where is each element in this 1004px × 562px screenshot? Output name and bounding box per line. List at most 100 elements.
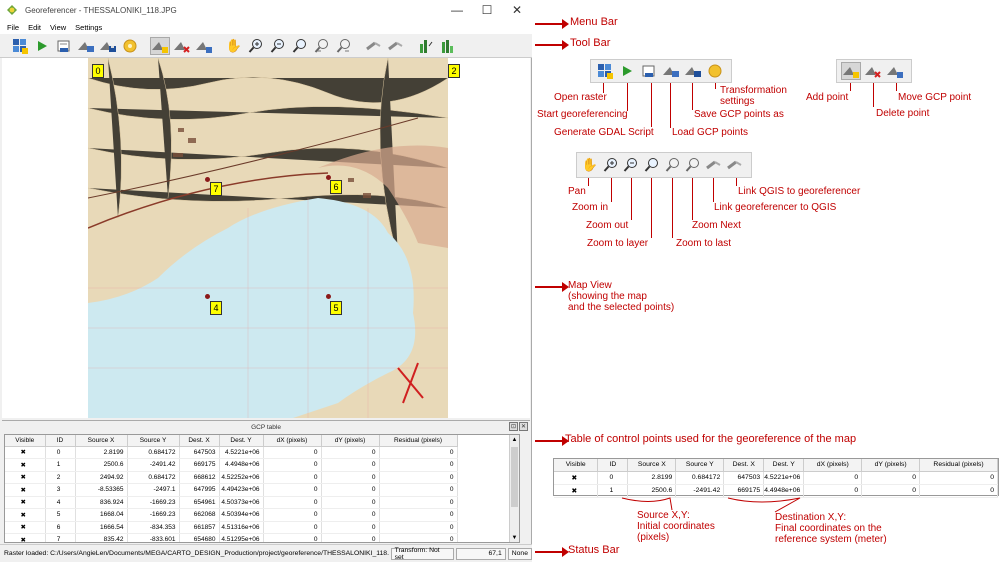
local-histogram-button[interactable] — [438, 37, 458, 55]
link-qgis-icon — [366, 41, 381, 50]
pan-button[interactable]: ✋ — [581, 156, 599, 174]
link-qgis-to-georeferencer-button[interactable] — [726, 156, 744, 174]
pan-button[interactable]: ✋ — [224, 37, 244, 55]
open-raster-button[interactable] — [595, 62, 614, 80]
gcp-marker-4[interactable] — [205, 294, 210, 299]
load-gcp-points-button[interactable] — [76, 37, 96, 55]
col-dest-x[interactable]: Dest. X — [179, 435, 220, 447]
table-cell: -2491.42 — [127, 458, 180, 472]
zoom-to-layer-button[interactable] — [290, 37, 310, 55]
close-button[interactable]: ✕ — [502, 0, 532, 20]
col-residual[interactable]: Residual (pixels) — [919, 459, 998, 472]
menu-file[interactable]: File — [7, 23, 19, 32]
add-point-button[interactable] — [150, 36, 170, 55]
visible-toggle[interactable]: ✖ — [5, 521, 46, 534]
col-source-y[interactable]: Source Y — [127, 435, 180, 447]
table-row[interactable]: ✖ 5 1668.04 -1669.23 662068 4.50394e+06 0 0 0 — [5, 508, 458, 522]
start-georeferencing-button[interactable] — [617, 62, 636, 80]
gcp-marker-5[interactable] — [326, 294, 331, 299]
table-row[interactable]: ✖ 1 2500.6 -2491.42 669175 4.4948e+06 0 0 0 — [5, 458, 458, 472]
link-qgis-to-georeferencer-button[interactable] — [364, 37, 384, 55]
transformation-settings-button[interactable] — [705, 62, 724, 80]
save-gcp-points-button[interactable] — [683, 62, 702, 80]
table-row[interactable]: ✖ 1 2500.6 -2491.42 669175 4.4948e+06 0 0 0 — [554, 484, 998, 498]
col-dy[interactable]: dY (pixels) — [861, 459, 921, 472]
zoom-in-button[interactable] — [602, 156, 620, 174]
visible-toggle[interactable]: ✖ — [5, 483, 46, 497]
col-id[interactable]: ID — [597, 459, 629, 472]
menu-edit[interactable]: Edit — [28, 23, 41, 32]
move-gcp-point-button[interactable] — [886, 62, 905, 80]
col-dest-x[interactable]: Dest. X — [723, 459, 765, 472]
col-dx[interactable]: dX (pixels) — [263, 435, 322, 447]
minimize-button[interactable]: — — [442, 0, 472, 20]
histogram-stretch-button[interactable] — [416, 37, 436, 55]
menu-settings[interactable]: Settings — [75, 23, 102, 32]
table-cell: 4.4948e+06 — [763, 484, 805, 498]
load-gcp-points-button[interactable] — [661, 62, 680, 80]
leader-line — [670, 83, 671, 128]
zoom-next-button[interactable] — [334, 37, 354, 55]
menu-view[interactable]: View — [50, 23, 66, 32]
col-dx[interactable]: dX (pixels) — [803, 459, 863, 472]
visible-toggle[interactable]: ✖ — [5, 458, 46, 472]
zoom-next-button[interactable] — [684, 156, 702, 174]
col-source-x[interactable]: Source X — [75, 435, 128, 447]
dock-close-button[interactable]: ✕ — [519, 422, 528, 431]
maximize-button[interactable]: ☐ — [472, 0, 502, 20]
visible-toggle[interactable]: ✖ — [5, 496, 46, 509]
topographic-map-raster[interactable] — [88, 58, 448, 418]
col-visible[interactable]: Visible — [5, 435, 46, 447]
col-dy[interactable]: dY (pixels) — [321, 435, 380, 447]
scroll-down-icon[interactable]: ▼ — [510, 533, 519, 542]
zoom-next-icon — [336, 38, 350, 53]
col-residual[interactable]: Residual (pixels) — [379, 435, 458, 447]
table-row[interactable]: ✖ 4 836.924 -1669.23 654961 4.50373e+06 0 0 0 — [5, 496, 458, 509]
transformation-settings-button[interactable] — [120, 37, 140, 55]
table-row[interactable]: ✖ 2 2494.92 0.684172 668612 4.52252e+06 0 0 0 — [5, 471, 458, 484]
col-dest-y[interactable]: Dest. Y — [219, 435, 264, 447]
delete-point-button[interactable] — [172, 37, 192, 55]
visible-toggle[interactable]: ✖ — [5, 533, 46, 542]
col-dest-y[interactable]: Dest. Y — [763, 459, 805, 472]
save-gcp-points-button[interactable] — [98, 37, 118, 55]
dock-float-button[interactable]: ⊡ — [509, 422, 518, 431]
table-row[interactable]: ✖ 0 2.8199 0.684172 647503 4.5221e+06 0 0 0 — [554, 471, 998, 485]
table-row[interactable]: ✖ 7 835.42 -833.601 654680 4.51295e+06 0 0 0 — [5, 533, 458, 542]
scroll-thumb[interactable] — [511, 447, 518, 507]
visible-toggle[interactable]: ✖ — [554, 471, 599, 485]
move-gcp-point-button[interactable] — [194, 37, 214, 55]
generate-gdal-script-button[interactable] — [639, 62, 658, 80]
visible-toggle[interactable]: ✖ — [554, 484, 599, 498]
link-georeferencer-to-qgis-button[interactable] — [386, 37, 406, 55]
zoom-last-button[interactable] — [664, 156, 682, 174]
zoom-to-layer-button[interactable] — [643, 156, 661, 174]
col-source-x[interactable]: Source X — [627, 459, 677, 472]
crs-status[interactable]: None — [507, 547, 532, 560]
zoom-out-button[interactable] — [268, 37, 288, 55]
generate-gdal-script-button[interactable] — [54, 37, 74, 55]
col-id[interactable]: ID — [45, 435, 76, 447]
start-georeferencing-button[interactable] — [32, 37, 52, 55]
visible-toggle[interactable]: ✖ — [5, 446, 46, 459]
visible-toggle[interactable]: ✖ — [5, 471, 46, 484]
zoom-out-button[interactable] — [622, 156, 640, 174]
map-view[interactable]: 0 2 7 6 4 5 — [2, 58, 530, 418]
gcp-table[interactable]: Visible ID Source X Source Y Dest. X Des… — [4, 434, 520, 543]
open-raster-button[interactable] — [10, 37, 30, 55]
zoom-last-button[interactable] — [312, 37, 332, 55]
add-point-button[interactable] — [841, 62, 861, 80]
link-georeferencer-to-qgis-button[interactable] — [705, 156, 723, 174]
table-scrollbar[interactable]: ▲ ▼ — [509, 435, 519, 542]
source-xy-label: Source X,Y: Initial coordinates (pixels) — [637, 510, 715, 543]
table-row[interactable]: ✖ 6 1666.54 -834.353 661857 4.51316e+06 0 0 0 — [5, 521, 458, 534]
delete-point-button[interactable] — [864, 62, 883, 80]
transform-status[interactable]: Transform: Not set — [390, 547, 455, 561]
visible-toggle[interactable]: ✖ — [5, 508, 46, 522]
scroll-up-icon[interactable]: ▲ — [510, 435, 519, 444]
table-row[interactable]: ✖ 0 2.8199 0.684172 647503 4.5221e+06 0 0 0 — [5, 446, 458, 459]
col-visible[interactable]: Visible — [554, 459, 599, 472]
zoom-in-button[interactable] — [246, 37, 266, 55]
col-source-y[interactable]: Source Y — [675, 459, 725, 472]
table-row[interactable]: ✖ 3 -8.53365 -2497.1 647995 4.49423e+06 0 0 0 — [5, 483, 458, 497]
